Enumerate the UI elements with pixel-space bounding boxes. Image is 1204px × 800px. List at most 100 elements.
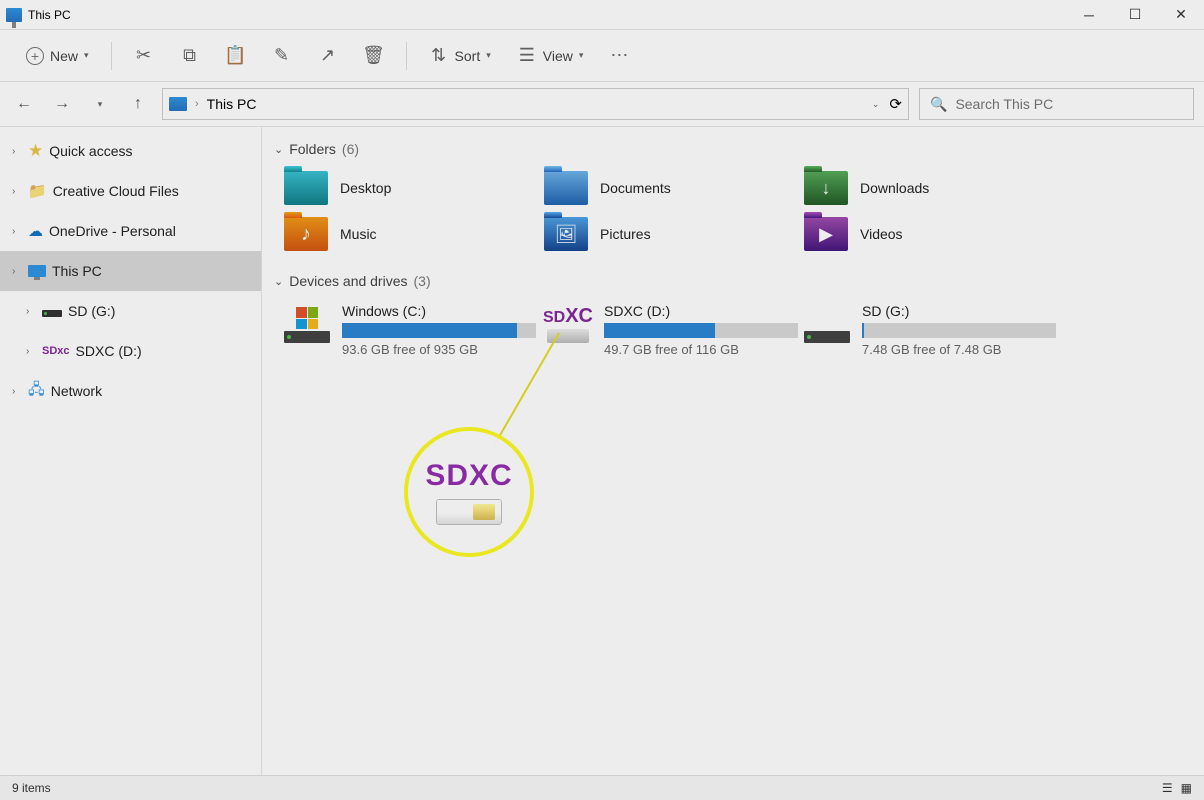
drives-grid: Windows (C:) 93.6 GB free of 935 GB SDXC… [278,299,1194,361]
separator [406,42,407,70]
music-folder-icon: ♪ [284,217,328,251]
sidebar-item-quick-access[interactable]: › ★ Quick access [0,131,261,171]
recent-locations-button[interactable]: ▾ [86,90,114,118]
separator [111,42,112,70]
network-icon: 🖧 [28,379,45,404]
view-icon: ☰ [517,46,537,66]
chevron-right-icon[interactable]: › [12,386,22,397]
sidebar-item-creative-cloud[interactable]: › 📁 Creative Cloud Files [0,171,261,211]
desktop-folder-icon [284,171,328,205]
group-count: (6) [342,141,359,157]
window-title: This PC [28,8,71,22]
hdd-drive-icon [804,303,850,343]
details-view-button[interactable]: ☰ [1162,781,1173,795]
group-header-drives[interactable]: ⌄ Devices and drives (3) [272,269,1194,299]
chevron-right-icon[interactable]: › [12,226,22,237]
view-button[interactable]: ☰ View ▾ [507,40,594,72]
folder-documents[interactable]: Documents [538,167,798,209]
group-title: Devices and drives [289,273,407,289]
more-button[interactable]: ⋯ [599,40,639,72]
capacity-bar [862,323,1056,338]
maximize-button[interactable]: ☐ [1112,0,1158,30]
folder-label: Documents [600,180,671,196]
chevron-right-icon[interactable]: › [12,146,22,157]
this-pc-icon [6,8,22,22]
group-header-folders[interactable]: ⌄ Folders (6) [272,137,1194,167]
drive-free: 93.6 GB free of 935 GB [342,342,536,357]
folder-music[interactable]: ♪ Music [278,213,538,255]
sidebar-item-sdxc-d[interactable]: › SDxc SDXC (D:) [0,331,261,371]
folder-label: Music [340,226,377,242]
card-reader-icon [436,499,502,525]
rename-button[interactable]: ✎ [262,40,302,72]
clipboard-icon: 📋 [226,46,246,66]
folders-grid: Desktop Documents ↓ Downloads ♪ Music 🖼 … [278,167,1194,255]
drive-free: 7.48 GB free of 7.48 GB [862,342,1056,357]
folder-videos[interactable]: ▶ Videos [798,213,1058,255]
folder-icon: 📁 [28,182,47,200]
up-button[interactable]: ↑ [124,90,152,118]
documents-folder-icon [544,171,588,205]
drive-windows-c[interactable]: Windows (C:) 93.6 GB free of 935 GB [278,299,538,361]
drive-sd-g[interactable]: SD (G:) 7.48 GB free of 7.48 GB [798,299,1058,361]
content-pane: ⌄ Folders (6) Desktop Documents ↓ Downlo… [262,127,1204,775]
chevron-down-icon: ▾ [84,50,89,61]
sidebar-item-label: SDXC (D:) [76,343,142,359]
rename-icon: ✎ [272,46,292,66]
cut-button[interactable]: ✂ [124,40,164,72]
sidebar-item-network[interactable]: › 🖧 Network [0,371,261,411]
drive-name: SD (G:) [862,303,1056,319]
search-icon: 🔍 [930,96,947,113]
annotation-callout: SDXC [404,427,534,557]
sidebar-item-label: SD (G:) [68,303,115,319]
folder-downloads[interactable]: ↓ Downloads [798,167,1058,209]
search-box[interactable]: 🔍 [919,88,1194,120]
plus-icon: + [26,47,44,65]
close-button[interactable]: ✕ [1158,0,1204,30]
sort-button[interactable]: ⇅ Sort ▾ [419,40,501,72]
search-input[interactable] [955,96,1183,112]
drive-free: 49.7 GB free of 116 GB [604,342,798,357]
paste-button[interactable]: 📋 [216,40,256,72]
refresh-button[interactable]: ⟳ [889,95,902,113]
forward-button[interactable]: → [48,90,76,118]
copy-button[interactable]: ⧉ [170,40,210,72]
chevron-down-icon[interactable]: ⌄ [274,275,283,288]
group-title: Folders [289,141,336,157]
new-label: New [50,48,78,64]
folder-pictures[interactable]: 🖼 Pictures [538,213,798,255]
sidebar-item-sd-g[interactable]: › SD (G:) [0,291,261,331]
drive-name: Windows (C:) [342,303,536,319]
callout-label: SDXC [425,459,512,493]
chevron-right-icon[interactable]: › [26,346,36,357]
sidebar-item-onedrive[interactable]: › ☁ OneDrive - Personal [0,211,261,251]
chevron-down-icon[interactable]: ⌄ [274,143,283,156]
navigation-tree: › ★ Quick access › 📁 Creative Cloud File… [0,127,262,775]
share-icon: ↗ [318,46,338,66]
chevron-right-icon[interactable]: › [12,186,22,197]
drive-icon [42,310,62,317]
chevron-right-icon[interactable]: › [26,306,36,317]
scissors-icon: ✂ [134,46,154,66]
chevron-down-icon: ▾ [486,50,491,61]
chevron-down-icon: ▾ [98,99,103,110]
address-bar[interactable]: › This PC ⌄ ⟳ [162,88,909,120]
videos-folder-icon: ▶ [804,217,848,251]
folder-label: Downloads [860,180,929,196]
more-icon: ⋯ [609,46,629,66]
chevron-right-icon[interactable]: › [12,266,22,277]
breadcrumb[interactable]: This PC [207,96,257,112]
share-button[interactable]: ↗ [308,40,348,72]
trash-icon: 🗑 [364,46,384,66]
minimize-button[interactable]: ─ [1066,0,1112,30]
chevron-down-icon: ▾ [579,50,584,61]
back-button[interactable]: ← [10,90,38,118]
tiles-view-button[interactable]: ▦ [1181,781,1192,795]
drive-sdxc-d[interactable]: SDXC SDXC (D:) 49.7 GB free of 116 GB [538,299,798,361]
sidebar-item-this-pc[interactable]: › This PC [0,251,261,291]
chevron-down-icon[interactable]: ⌄ [872,99,880,110]
folder-desktop[interactable]: Desktop [278,167,538,209]
delete-button[interactable]: 🗑 [354,40,394,72]
new-button[interactable]: + New ▾ [16,41,99,71]
star-icon: ★ [28,141,43,161]
